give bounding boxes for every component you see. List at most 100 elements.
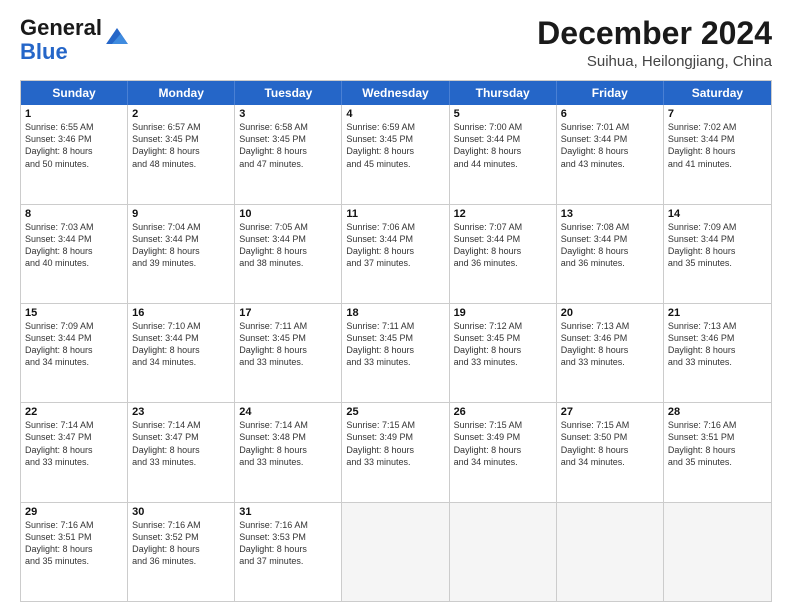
cal-cell: 21Sunrise: 7:13 AM Sunset: 3:46 PM Dayli… <box>664 304 771 402</box>
day-number: 19 <box>454 307 552 319</box>
day-number: 16 <box>132 307 230 319</box>
cal-header-cell: Tuesday <box>235 81 342 105</box>
day-number: 17 <box>239 307 337 319</box>
cal-row: 22 Sunrise: 7:14 AM Sunset: 3:47 PM Dayli… <box>21 402 771 501</box>
cell-info: Sunrise: 7:07 AM Sunset: 3:44 PM Dayligh… <box>454 221 552 270</box>
day-number: 11 <box>346 208 444 220</box>
cal-cell: 2Sunrise: 6:57 AM Sunset: 3:45 PM Daylig… <box>128 105 235 203</box>
day-number: 1 <box>25 108 123 120</box>
day-number: 30 <box>132 506 230 518</box>
cal-cell <box>664 503 771 601</box>
cal-header-cell: Saturday <box>664 81 771 105</box>
cell-info: Sunrise: 7:14 AM Sunset: 3:48 PM Dayligh… <box>239 419 337 468</box>
cell-info: Sunrise: 7:10 AM Sunset: 3:44 PM Dayligh… <box>132 320 230 369</box>
cal-cell: 17Sunrise: 7:11 AM Sunset: 3:45 PM Dayli… <box>235 304 342 402</box>
header: General Blue December 2024 Suihua, Heilo… <box>20 16 772 70</box>
day-number: 7 <box>668 108 767 120</box>
cal-header-cell: Wednesday <box>342 81 449 105</box>
cal-cell: 7Sunrise: 7:02 AM Sunset: 3:44 PM Daylig… <box>664 105 771 203</box>
title-block: December 2024 Suihua, Heilongjiang, Chin… <box>537 16 772 70</box>
cal-cell: 4Sunrise: 6:59 AM Sunset: 3:45 PM Daylig… <box>342 105 449 203</box>
calendar-header: SundayMondayTuesdayWednesdayThursdayFrid… <box>21 81 771 105</box>
cal-cell: 1Sunrise: 6:55 AM Sunset: 3:46 PM Daylig… <box>21 105 128 203</box>
cal-cell: 13Sunrise: 7:08 AM Sunset: 3:44 PM Dayli… <box>557 205 664 303</box>
cal-cell: 29Sunrise: 7:16 AM Sunset: 3:51 PM Dayli… <box>21 503 128 601</box>
cell-info: Sunrise: 7:15 AM Sunset: 3:50 PM Dayligh… <box>561 419 659 468</box>
calendar: SundayMondayTuesdayWednesdayThursdayFrid… <box>20 80 772 602</box>
cal-header-cell: Sunday <box>21 81 128 105</box>
cell-info: Sunrise: 6:57 AM Sunset: 3:45 PM Dayligh… <box>132 121 230 170</box>
cell-info: Sunrise: 7:01 AM Sunset: 3:44 PM Dayligh… <box>561 121 659 170</box>
cal-cell: 23Sunrise: 7:14 AM Sunset: 3:47 PM Dayli… <box>128 403 235 501</box>
cal-cell: 9Sunrise: 7:04 AM Sunset: 3:44 PM Daylig… <box>128 205 235 303</box>
calendar-body: 1Sunrise: 6:55 AM Sunset: 3:46 PM Daylig… <box>21 105 771 601</box>
cal-cell: 15Sunrise: 7:09 AM Sunset: 3:44 PM Dayli… <box>21 304 128 402</box>
day-number: 8 <box>25 208 123 220</box>
day-number: 18 <box>346 307 444 319</box>
day-number: 14 <box>668 208 767 220</box>
cell-info: Sunrise: 7:03 AM Sunset: 3:44 PM Dayligh… <box>25 221 123 270</box>
cal-header-cell: Friday <box>557 81 664 105</box>
cal-cell <box>557 503 664 601</box>
logo-text: General Blue <box>20 16 102 64</box>
cal-cell: 30Sunrise: 7:16 AM Sunset: 3:52 PM Dayli… <box>128 503 235 601</box>
month-title: December 2024 <box>537 16 772 51</box>
cal-cell: 3Sunrise: 6:58 AM Sunset: 3:45 PM Daylig… <box>235 105 342 203</box>
cal-cell <box>450 503 557 601</box>
day-number: 27 <box>561 406 659 418</box>
day-number: 10 <box>239 208 337 220</box>
cell-info: Sunrise: 7:08 AM Sunset: 3:44 PM Dayligh… <box>561 221 659 270</box>
day-number: 29 <box>25 506 123 518</box>
day-number: 28 <box>668 406 767 418</box>
cal-header-cell: Monday <box>128 81 235 105</box>
cell-info: Sunrise: 7:04 AM Sunset: 3:44 PM Dayligh… <box>132 221 230 270</box>
cal-cell: 20Sunrise: 7:13 AM Sunset: 3:46 PM Dayli… <box>557 304 664 402</box>
cell-info: Sunrise: 7:09 AM Sunset: 3:44 PM Dayligh… <box>668 221 767 270</box>
cell-info: Sunrise: 7:00 AM Sunset: 3:44 PM Dayligh… <box>454 121 552 170</box>
cell-info: Sunrise: 7:02 AM Sunset: 3:44 PM Dayligh… <box>668 121 767 170</box>
day-number: 5 <box>454 108 552 120</box>
day-number: 9 <box>132 208 230 220</box>
cell-info: Sunrise: 7:09 AM Sunset: 3:44 PM Dayligh… <box>25 320 123 369</box>
cell-info: Sunrise: 6:58 AM Sunset: 3:45 PM Dayligh… <box>239 121 337 170</box>
cell-info: Sunrise: 7:06 AM Sunset: 3:44 PM Dayligh… <box>346 221 444 270</box>
cell-info: Sunrise: 6:59 AM Sunset: 3:45 PM Dayligh… <box>346 121 444 170</box>
cell-info: Sunrise: 7:16 AM Sunset: 3:52 PM Dayligh… <box>132 519 230 568</box>
day-number: 2 <box>132 108 230 120</box>
day-number: 3 <box>239 108 337 120</box>
day-number: 26 <box>454 406 552 418</box>
day-number: 15 <box>25 307 123 319</box>
page: General Blue December 2024 Suihua, Heilo… <box>0 0 792 612</box>
day-number: 31 <box>239 506 337 518</box>
logo-general: General <box>20 15 102 40</box>
cal-cell: 14Sunrise: 7:09 AM Sunset: 3:44 PM Dayli… <box>664 205 771 303</box>
logo-icon <box>106 28 128 44</box>
cell-info: Sunrise: 7:11 AM Sunset: 3:45 PM Dayligh… <box>239 320 337 369</box>
cell-info: Sunrise: 7:14 AM Sunset: 3:47 PM Dayligh… <box>132 419 230 468</box>
day-number: 23 <box>132 406 230 418</box>
day-number: 21 <box>668 307 767 319</box>
cal-cell: 31Sunrise: 7:16 AM Sunset: 3:53 PM Dayli… <box>235 503 342 601</box>
cal-cell: 12Sunrise: 7:07 AM Sunset: 3:44 PM Dayli… <box>450 205 557 303</box>
cal-cell: 27Sunrise: 7:15 AM Sunset: 3:50 PM Dayli… <box>557 403 664 501</box>
cell-info: Sunrise: 6:55 AM Sunset: 3:46 PM Dayligh… <box>25 121 123 170</box>
cal-cell: 6Sunrise: 7:01 AM Sunset: 3:44 PM Daylig… <box>557 105 664 203</box>
cell-info: Sunrise: 7:15 AM Sunset: 3:49 PM Dayligh… <box>454 419 552 468</box>
cal-cell: 11Sunrise: 7:06 AM Sunset: 3:44 PM Dayli… <box>342 205 449 303</box>
cell-info: Sunrise: 7:16 AM Sunset: 3:51 PM Dayligh… <box>668 419 767 468</box>
cal-cell: 22Sunrise: 7:14 AM Sunset: 3:47 PM Dayli… <box>21 403 128 501</box>
cal-cell: 5Sunrise: 7:00 AM Sunset: 3:44 PM Daylig… <box>450 105 557 203</box>
day-number: 12 <box>454 208 552 220</box>
cal-row: 29Sunrise: 7:16 AM Sunset: 3:51 PM Dayli… <box>21 502 771 601</box>
cal-row: 15Sunrise: 7:09 AM Sunset: 3:44 PM Dayli… <box>21 303 771 402</box>
cal-cell: 18Sunrise: 7:11 AM Sunset: 3:45 PM Dayli… <box>342 304 449 402</box>
cell-info: Sunrise: 7:05 AM Sunset: 3:44 PM Dayligh… <box>239 221 337 270</box>
cell-info: Sunrise: 7:12 AM Sunset: 3:45 PM Dayligh… <box>454 320 552 369</box>
cell-info: Sunrise: 7:15 AM Sunset: 3:49 PM Dayligh… <box>346 419 444 468</box>
day-number: 22 <box>25 406 123 418</box>
day-number: 25 <box>346 406 444 418</box>
cell-info: Sunrise: 7:13 AM Sunset: 3:46 PM Dayligh… <box>561 320 659 369</box>
cal-cell: 25Sunrise: 7:15 AM Sunset: 3:49 PM Dayli… <box>342 403 449 501</box>
cal-cell: 24Sunrise: 7:14 AM Sunset: 3:48 PM Dayli… <box>235 403 342 501</box>
cal-row: 8Sunrise: 7:03 AM Sunset: 3:44 PM Daylig… <box>21 204 771 303</box>
